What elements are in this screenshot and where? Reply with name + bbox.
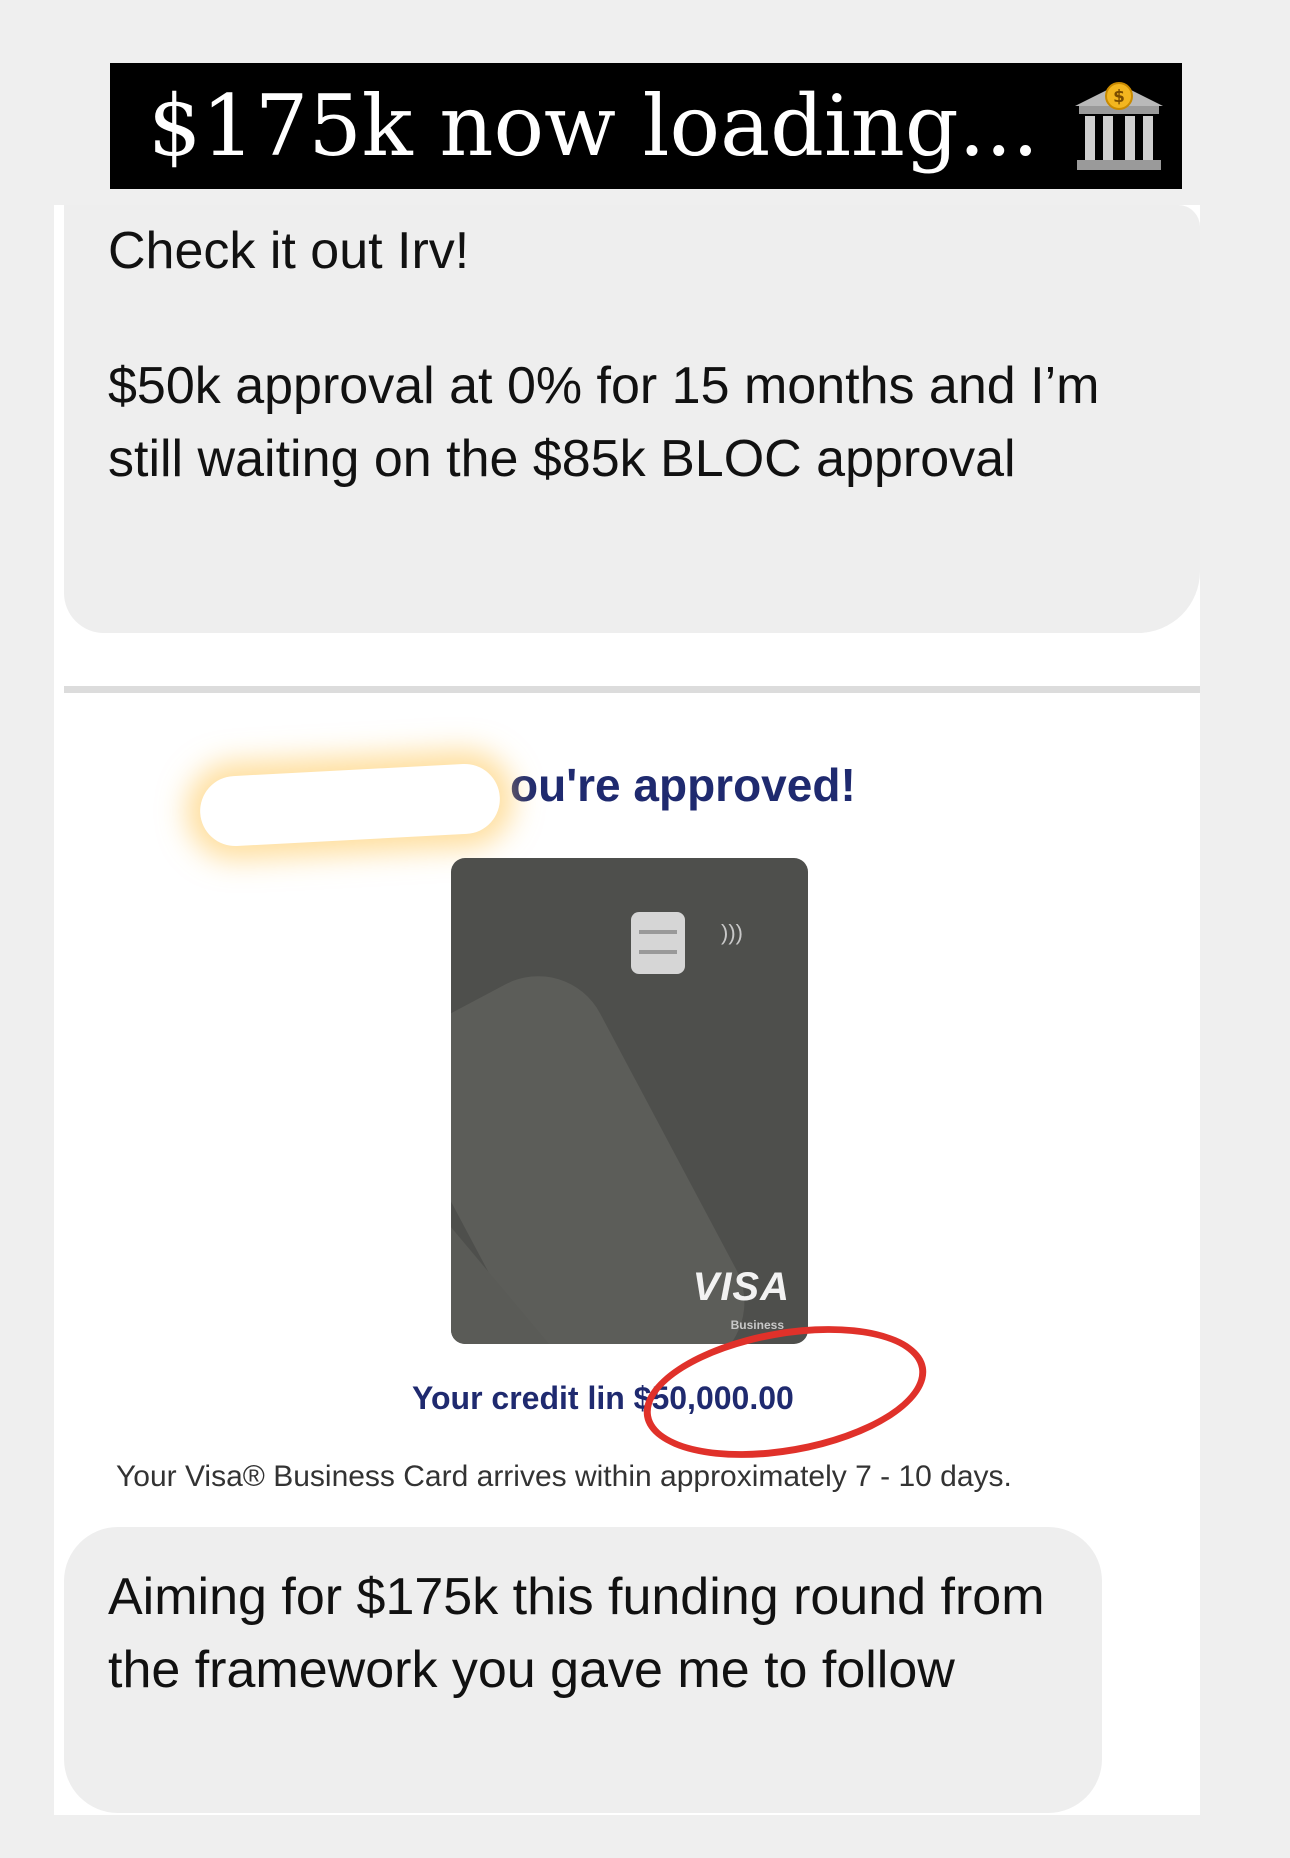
bank-icon: $ — [1069, 76, 1169, 176]
message-1-line-2: $50k approval at 0% for 15 months and I’… — [108, 357, 1100, 488]
divider — [64, 686, 1200, 693]
message-1-line-1: Check it out Irv! — [108, 222, 470, 280]
credit-line-label: Your credit lin — [412, 1380, 625, 1416]
headline-banner: $175k now loading... $ — [110, 63, 1182, 189]
message-bubble-2: Aiming for $175k this funding round from… — [64, 1527, 1102, 1813]
message-bubble-1: Check it out Irv! $50k approval at 0% fo… — [64, 205, 1200, 633]
credit-card-image: ))) VISA Business — [451, 858, 808, 1344]
card-chip-icon — [631, 912, 685, 974]
contactless-icon: ))) — [721, 920, 743, 945]
message-2-text: Aiming for $175k this funding round from… — [108, 1568, 1045, 1699]
arrival-note: Your Visa® Business Card arrives within … — [116, 1460, 1012, 1493]
approval-title: ou're approved! — [510, 759, 856, 811]
headline-text: $175k now loading... — [148, 77, 1039, 175]
card-brand: VISA — [692, 1265, 790, 1309]
svg-text:$: $ — [1113, 87, 1125, 107]
